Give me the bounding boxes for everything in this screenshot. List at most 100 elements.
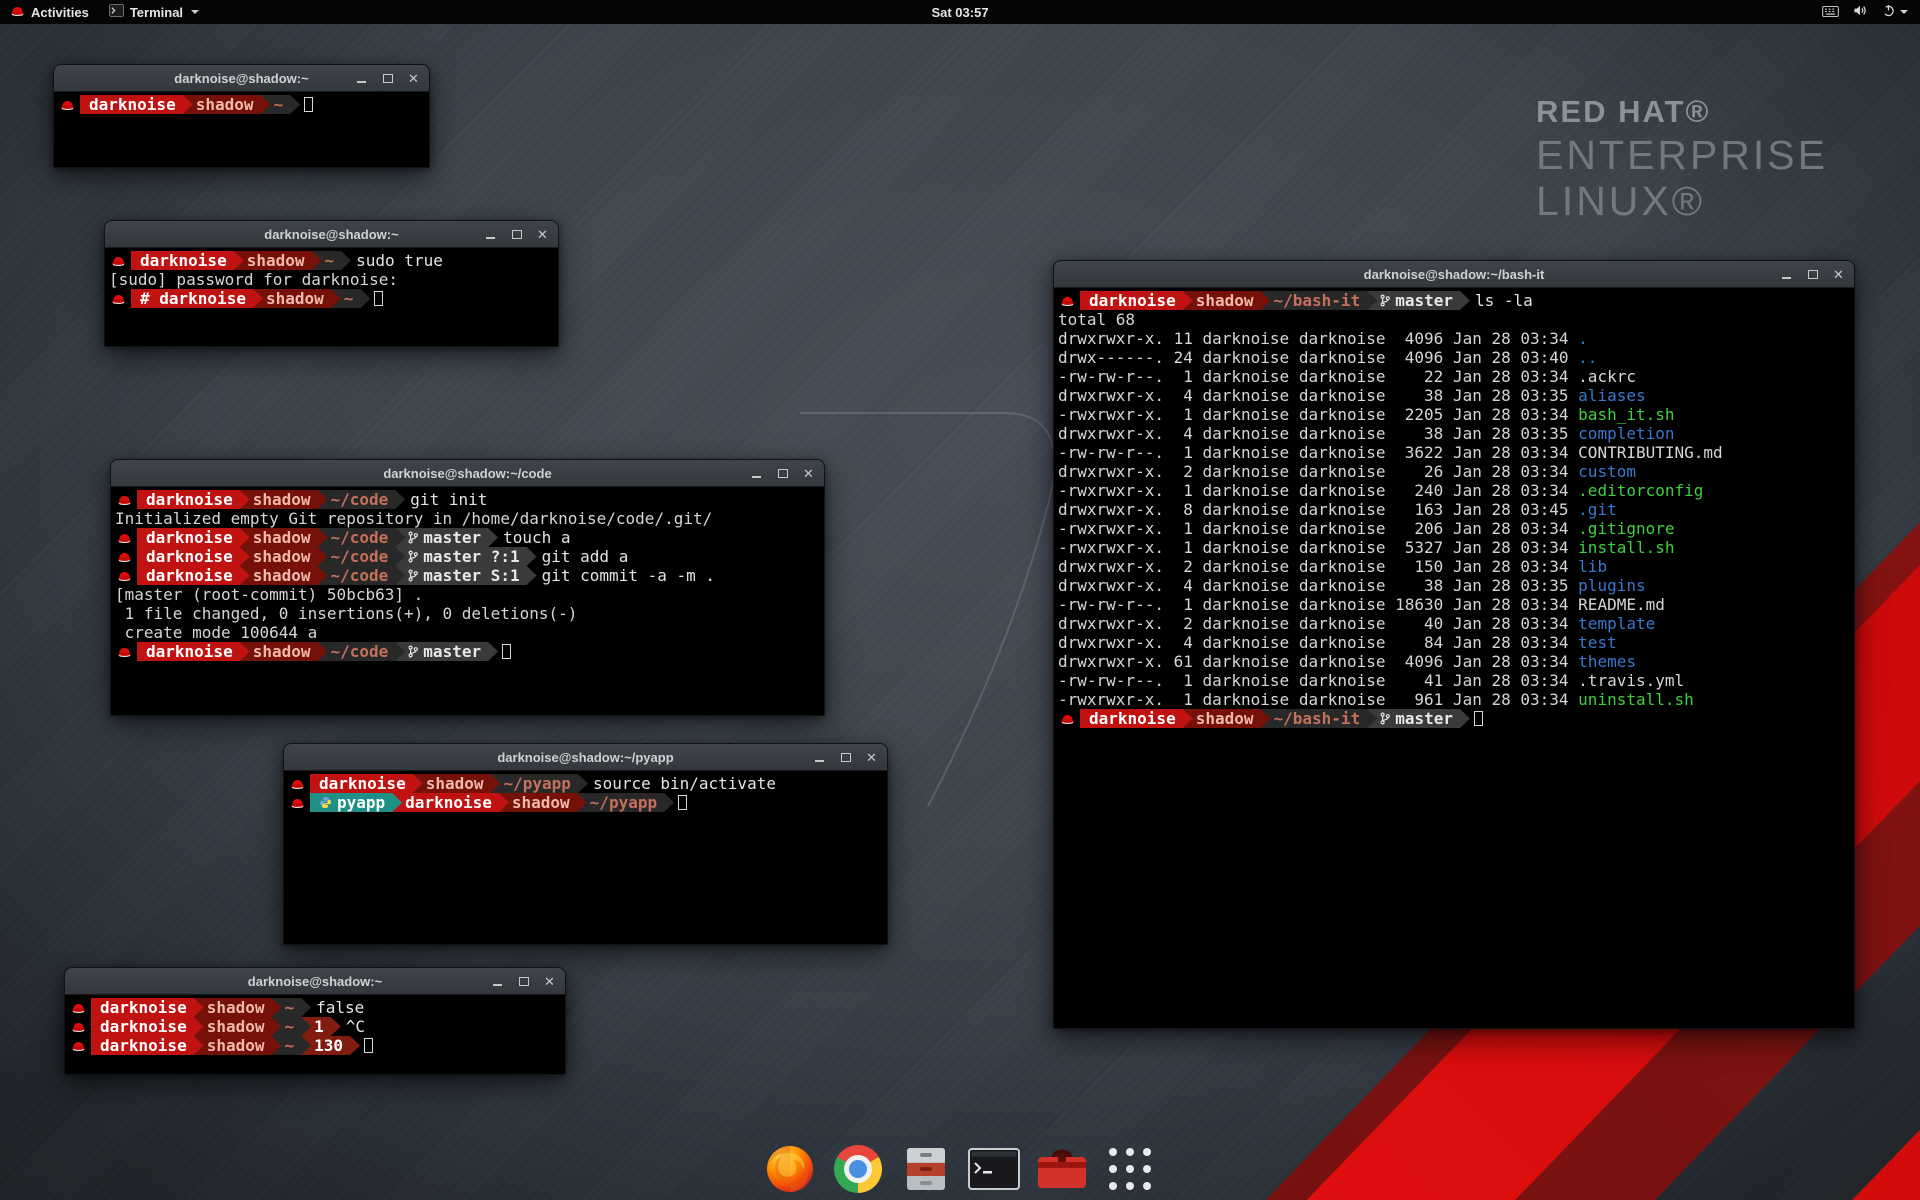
output-text: -rw-rw-r--. 1 darknoise darknoise 41 Jan… — [1058, 671, 1578, 690]
dock-files-icon[interactable] — [898, 1141, 954, 1197]
activities-button[interactable]: Activities — [0, 0, 99, 24]
window-controls: ✕ — [1780, 261, 1845, 287]
maximize-button[interactable] — [776, 466, 789, 480]
minimize-button[interactable] — [1780, 267, 1793, 281]
prompt-segment-host: shadow — [194, 1017, 282, 1036]
titlebar[interactable]: darknoise@shadow:~✕ — [54, 65, 429, 92]
window-title: darknoise@shadow:~/bash-it — [1364, 267, 1545, 282]
output-text: drwxrwxr-x. 11 darknoise darknoise 4096 … — [1058, 329, 1578, 348]
prompt-segment-path: ~/bash-it — [1261, 709, 1378, 728]
output-line: -rw-rw-r--. 1 darknoise darknoise 3622 J… — [1058, 443, 1850, 462]
prompt-segment-user: darknoise — [310, 774, 423, 793]
output-text: drwxrwxr-x. 2 darknoise darknoise 40 Jan… — [1058, 614, 1578, 633]
terminal-content[interactable]: darknoiseshadow~/codegit initInitialized… — [111, 487, 824, 716]
close-button[interactable]: ✕ — [407, 71, 420, 85]
output-text: drwxrwxr-x. 2 darknoise darknoise 150 Ja… — [1058, 557, 1578, 576]
volume-icon[interactable] — [1853, 4, 1868, 20]
output-line: create mode 100644 a — [115, 623, 820, 642]
close-button[interactable]: ✕ — [543, 974, 556, 988]
dock-terminal-icon[interactable] — [966, 1141, 1022, 1197]
keyboard-icon[interactable] — [1822, 5, 1839, 20]
dock-firefox-icon[interactable] — [762, 1141, 818, 1197]
close-button[interactable]: ✕ — [865, 750, 878, 764]
terminal-content[interactable]: darknoiseshadow~falsedarknoiseshadow~1^C… — [65, 995, 565, 1075]
output-text: bash_it.sh — [1578, 405, 1674, 424]
titlebar[interactable]: darknoise@shadow:~✕ — [65, 968, 565, 995]
prompt-segment-host: shadow — [240, 547, 328, 566]
terminal-content[interactable]: darknoiseshadow~ — [54, 92, 429, 168]
output-text: uninstall.sh — [1578, 690, 1694, 709]
titlebar[interactable]: darknoise@shadow:~ ✕ — [105, 221, 558, 248]
redhat-icon — [111, 293, 126, 305]
output-text: .. — [1578, 348, 1597, 367]
redhat-icon — [117, 494, 132, 506]
titlebar[interactable]: darknoise@shadow:~/bash-it ✕ — [1054, 261, 1854, 288]
dock-toolbox-icon[interactable] — [1034, 1141, 1090, 1197]
command-text: touch a — [488, 528, 570, 547]
minimize-button[interactable] — [484, 227, 497, 241]
output-line: drwxrwxr-x. 4 darknoise darknoise 84 Jan… — [1058, 633, 1850, 652]
output-text: -rw-rw-r--. 1 darknoise darknoise 3622 J… — [1058, 443, 1578, 462]
prompt-segment-host: shadow — [253, 289, 341, 308]
prompt-segment-host: shadow — [194, 998, 282, 1017]
redhat-icon — [1060, 295, 1075, 307]
output-line: -rw-rw-r--. 1 darknoise darknoise 18630 … — [1058, 595, 1850, 614]
prompt-segment-user: darknoise — [91, 998, 204, 1017]
clock-label: Sat 03:57 — [931, 5, 988, 20]
prompt-line: darknoiseshadow~/codemaster ?:1git add a — [115, 547, 820, 566]
terminal-content[interactable]: darknoiseshadow~/bash-itmasterls -latota… — [1054, 288, 1854, 1029]
maximize-button[interactable] — [839, 750, 852, 764]
output-text: [sudo] password for darknoise: — [109, 270, 408, 289]
output-text: plugins — [1578, 576, 1645, 595]
window-title: darknoise@shadow:~ — [264, 227, 398, 242]
output-line: -rwxrwxr-x. 1 darknoise darknoise 5327 J… — [1058, 538, 1850, 557]
redhat-icon — [117, 551, 132, 563]
app-menu-label: Terminal — [130, 5, 183, 20]
minimize-button[interactable] — [750, 466, 763, 480]
minimize-button[interactable] — [813, 750, 826, 764]
output-line: [sudo] password for darknoise: — [109, 270, 554, 289]
output-line: 1 file changed, 0 insertions(+), 0 delet… — [115, 604, 820, 623]
clock[interactable]: Sat 03:57 — [931, 0, 988, 24]
minimize-button[interactable] — [491, 974, 504, 988]
prompt-line: pyappdarknoiseshadow~/pyapp — [288, 793, 883, 812]
titlebar[interactable]: darknoise@shadow:~/pyapp✕ — [284, 744, 887, 771]
output-text: CONTRIBUTING.md — [1578, 443, 1723, 462]
app-menu[interactable]: Terminal — [99, 0, 209, 24]
dock-app-grid-icon[interactable] — [1102, 1141, 1158, 1197]
output-text: -rw-rw-r--. 1 darknoise darknoise 18630 … — [1058, 595, 1578, 614]
prompt-segment-path: ~/pyapp — [491, 774, 588, 793]
close-button[interactable]: ✕ — [1832, 267, 1845, 281]
output-text: drwxrwxr-x. 2 darknoise darknoise 26 Jan… — [1058, 462, 1578, 481]
titlebar[interactable]: darknoise@shadow:~/code✕ — [111, 460, 824, 487]
prompt-segment-user: darknoise — [137, 528, 250, 547]
output-line: -rwxrwxr-x. 1 darknoise darknoise 240 Ja… — [1058, 481, 1850, 500]
system-status-area[interactable] — [1822, 0, 1920, 24]
output-text: drwxrwxr-x. 61 darknoise darknoise 4096 … — [1058, 652, 1578, 671]
dock-chrome-icon[interactable] — [830, 1141, 886, 1197]
redhat-icon — [111, 255, 126, 267]
terminal-content[interactable]: darknoiseshadow~/pyappsource bin/activat… — [284, 771, 887, 945]
maximize-button[interactable] — [517, 974, 530, 988]
prompt-segment-host: shadow — [234, 251, 322, 270]
maximize-button[interactable] — [510, 227, 523, 241]
maximize-button[interactable] — [1806, 267, 1819, 281]
close-button[interactable]: ✕ — [536, 227, 549, 241]
output-text: custom — [1578, 462, 1636, 481]
output-text: .editorconfig — [1578, 481, 1703, 500]
prompt-line: darknoiseshadow~/bash-itmaster — [1058, 709, 1850, 728]
power-menu[interactable] — [1882, 4, 1908, 20]
terminal-content[interactable]: darknoiseshadow~sudo true[sudo] password… — [105, 248, 558, 347]
output-line: -rw-rw-r--. 1 darknoise darknoise 41 Jan… — [1058, 671, 1850, 690]
prompt-segment-user: darknoise — [137, 547, 250, 566]
redhat-icon — [71, 1002, 86, 1014]
output-line: -rwxrwxr-x. 1 darknoise darknoise 2205 J… — [1058, 405, 1850, 424]
minimize-button[interactable] — [355, 71, 368, 85]
close-button[interactable]: ✕ — [802, 466, 815, 480]
maximize-button[interactable] — [381, 71, 394, 85]
output-text: -rwxrwxr-x. 1 darknoise darknoise 5327 J… — [1058, 538, 1578, 557]
output-text: .travis.yml — [1578, 671, 1684, 690]
top-bar-left: Activities Terminal — [0, 0, 209, 24]
prompt-line: darknoiseshadow~/codemaster — [115, 642, 820, 661]
command-text: source bin/activate — [578, 774, 776, 793]
